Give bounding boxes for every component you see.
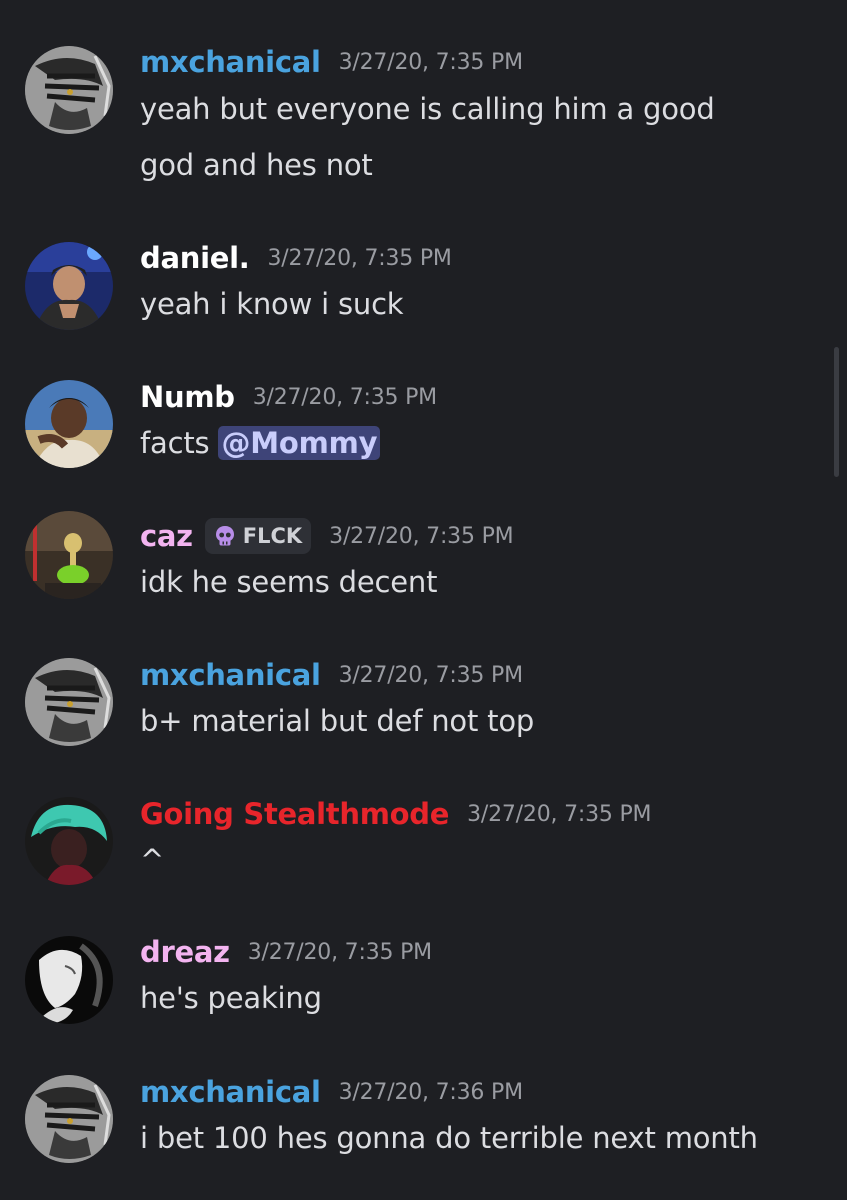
user-avatar[interactable] [25, 380, 113, 468]
message-text-plain: facts [140, 426, 210, 460]
green-figure-avatar-icon [25, 511, 113, 599]
teal-hair-avatar-icon [25, 797, 113, 885]
message-text: yeah but everyone is calling him a good … [140, 92, 715, 182]
user-avatar[interactable] [25, 797, 113, 885]
message-text: yeah i know i suck [140, 287, 404, 321]
timestamp: 3/27/20, 7:35 PM [247, 939, 432, 965]
skull-icon [213, 524, 237, 548]
timestamp: 3/27/20, 7:35 PM [252, 384, 437, 410]
message-text: b+ material but def not top [140, 704, 535, 738]
user-avatar[interactable] [25, 46, 113, 134]
timestamp: 3/27/20, 7:35 PM [338, 49, 523, 75]
guild-tag[interactable]: FLCK [204, 518, 312, 554]
monochrome-face-avatar-icon [25, 936, 113, 1024]
anime-mask-avatar-icon [25, 658, 113, 746]
user-avatar[interactable] [25, 936, 113, 1024]
guild-tag-label: FLCK [242, 524, 303, 548]
message-text: he's peaking [140, 981, 322, 1015]
timestamp: 3/27/20, 7:35 PM [329, 523, 514, 549]
gamer-on-stage-avatar-icon [25, 242, 113, 330]
username[interactable]: caz [140, 519, 193, 553]
user-avatar[interactable] [25, 1075, 113, 1163]
user-avatar[interactable] [25, 242, 113, 330]
anime-mask-avatar-icon [25, 46, 113, 134]
user-mention[interactable]: @Mommy [218, 426, 381, 460]
timestamp: 3/27/20, 7:35 PM [267, 245, 452, 271]
user-avatar[interactable] [25, 511, 113, 599]
message-text: ^ [140, 843, 165, 877]
username[interactable]: mxchanical [140, 658, 321, 692]
message-text: idk he seems decent [140, 565, 438, 599]
message-text: facts @Mommy [140, 415, 800, 471]
user-avatar[interactable] [25, 658, 113, 746]
username[interactable]: mxchanical [140, 1075, 321, 1109]
timestamp: 3/27/20, 7:35 PM [338, 662, 523, 688]
username[interactable]: Numb [140, 380, 235, 414]
anime-mask-avatar-icon [25, 1075, 113, 1163]
scrollbar[interactable] [834, 347, 839, 477]
username[interactable]: dreaz [140, 935, 230, 969]
timestamp: 3/27/20, 7:36 PM [338, 1079, 523, 1105]
username[interactable]: Going Stealthmode [140, 797, 449, 831]
timestamp: 3/27/20, 7:35 PM [467, 801, 652, 827]
person-photo-avatar-icon [25, 380, 113, 468]
username[interactable]: mxchanical [140, 45, 321, 79]
message-text: i bet 100 hes gonna do terrible next mon… [140, 1121, 758, 1155]
chat-message-list[interactable]: mxchanical 3/27/20, 7:35 PM yeah but eve… [0, 0, 847, 1200]
username[interactable]: daniel. [140, 241, 250, 275]
